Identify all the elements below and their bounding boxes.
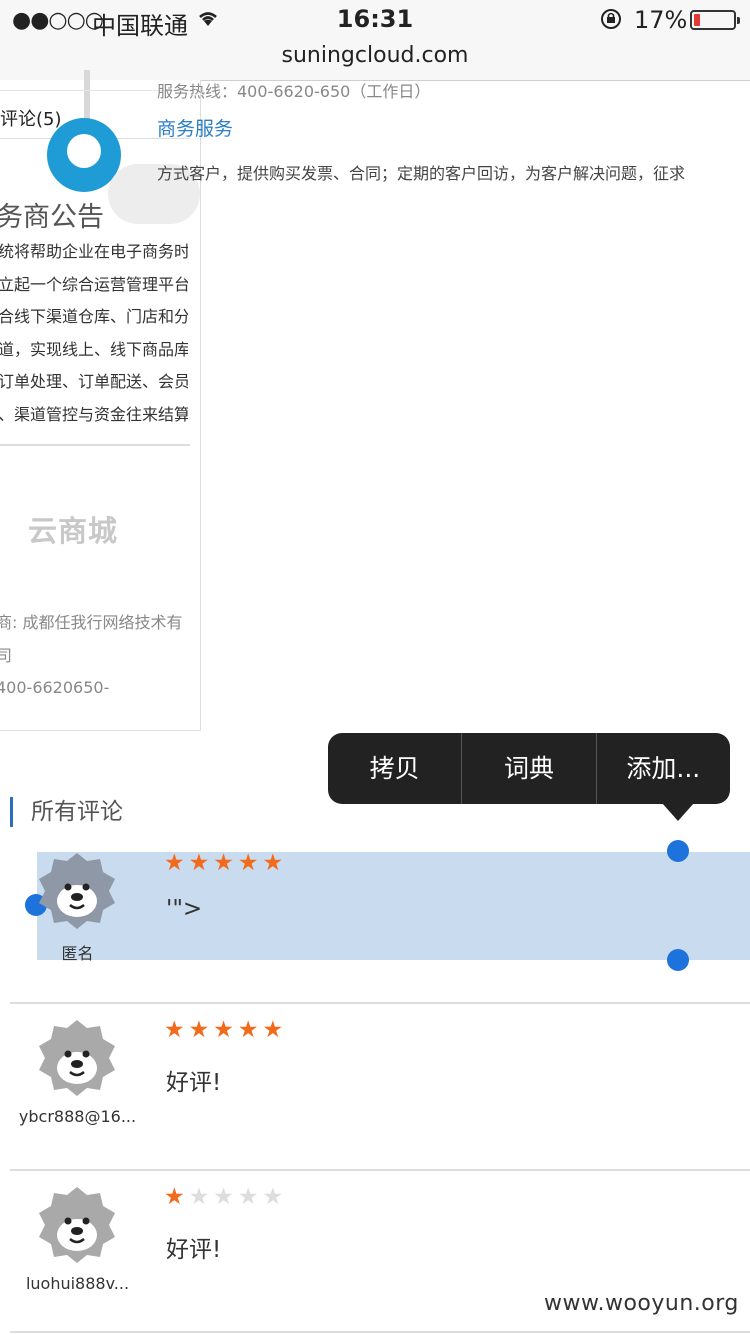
star-rating: ★★★★★	[164, 1017, 287, 1043]
star-icon: ★	[164, 1184, 189, 1210]
provider-name: 商: 成都任我行网络技术有	[0, 613, 183, 632]
star-icon: ★	[213, 850, 238, 876]
copy-menu-item[interactable]: 拷贝	[328, 733, 463, 804]
battery-percent: 17%	[634, 6, 688, 34]
star-icon: ★	[213, 1017, 238, 1043]
business-service-link[interactable]: 商务服务	[157, 114, 233, 141]
announcement-body: 统将帮助企业在电子商务时 立起一个综合运营管理平台 合线下渠道仓库、门店和分 道…	[0, 236, 188, 432]
decoration-stalk	[84, 70, 90, 120]
battery-icon	[690, 10, 740, 30]
star-icon: ★	[188, 850, 214, 876]
star-icon: ★	[164, 1017, 189, 1043]
provider-phone: 400-6620650-	[0, 678, 110, 698]
star-icon: ★	[188, 1184, 214, 1210]
add-menu-item[interactable]: 添加...	[597, 733, 730, 804]
dictionary-menu-item[interactable]: 词典	[462, 733, 597, 804]
star-rating: ★★★★★	[164, 850, 287, 876]
review-divider	[10, 1331, 750, 1333]
text-context-menu: 拷贝 词典 添加...	[328, 733, 730, 804]
reviewer-name: ybcr888@16...	[18, 1107, 137, 1126]
review-text: '">	[166, 896, 203, 922]
reviewer-avatar	[37, 1185, 117, 1265]
announcement-line: 统将帮助企业在电子商务时	[0, 242, 188, 261]
status-bar: ●●○○○ 中国联通 16:31 17%	[0, 0, 750, 40]
selection-end-handle[interactable]	[667, 949, 689, 971]
reviewer-name: 匿名	[61, 944, 94, 963]
orientation-lock-icon	[601, 9, 621, 29]
address-bar[interactable]: suningcloud.com	[0, 40, 750, 81]
announcement-line: 订单处理、订单配送、会员	[0, 372, 188, 392]
star-icon: ★	[237, 850, 263, 876]
bear-avatar-icon	[39, 853, 115, 929]
service-description: 方式客户，提供购买发票、合同；定期的客户回访，为客户解决问题，征求	[157, 164, 686, 183]
star-icon: ★	[262, 850, 288, 876]
star-icon: ★	[188, 1017, 214, 1043]
star-icon: ★	[164, 850, 189, 876]
review-divider	[10, 1169, 750, 1171]
announcement-line: 合线下渠道仓库、门店和分	[0, 307, 188, 327]
reviewer-avatar	[37, 1018, 117, 1098]
review-text: 好评!	[166, 1237, 222, 1263]
star-rating: ★★★★★	[164, 1184, 287, 1210]
star-icon: ★	[237, 1184, 263, 1210]
divider	[0, 444, 190, 446]
announcement-line: 立起一个综合运营管理平台	[0, 274, 188, 294]
provider-name-cont: 司	[0, 645, 13, 665]
reviewer-avatar	[37, 851, 117, 931]
review-divider	[10, 1002, 750, 1004]
star-icon: ★	[237, 1017, 263, 1043]
star-icon: ★	[213, 1184, 238, 1210]
cloud-mall-logo: 云商城	[28, 514, 119, 548]
announcement-line: 、渠道管控与资金往来结算	[0, 404, 188, 424]
bear-avatar-icon	[39, 1187, 115, 1263]
context-menu-arrow	[662, 803, 694, 821]
url-text[interactable]: suningcloud.com	[282, 43, 469, 68]
reviews-section-title: 所有评论	[10, 797, 123, 827]
bear-avatar-icon	[39, 1020, 115, 1096]
service-hotline: 服务热线：400-6620-650（工作日）	[157, 82, 431, 101]
selection-end-handle-top[interactable]	[667, 840, 689, 862]
reviewer-name: luohui888v...	[25, 1274, 130, 1293]
announcement-line: 道，实现线上、线下商品库	[0, 339, 188, 359]
star-icon: ★	[262, 1017, 288, 1043]
star-icon: ★	[262, 1184, 288, 1210]
announcement-title: 务商公告	[0, 202, 104, 233]
tab-reviews[interactable]: 评论(5)	[0, 105, 62, 131]
battery-level	[694, 14, 700, 26]
watermark: www.wooyun.org	[544, 1291, 739, 1316]
provider-info: 商: 成都任我行网络技术有 司 400-6620650-	[0, 607, 191, 705]
review-text: 好评!	[166, 1070, 222, 1096]
